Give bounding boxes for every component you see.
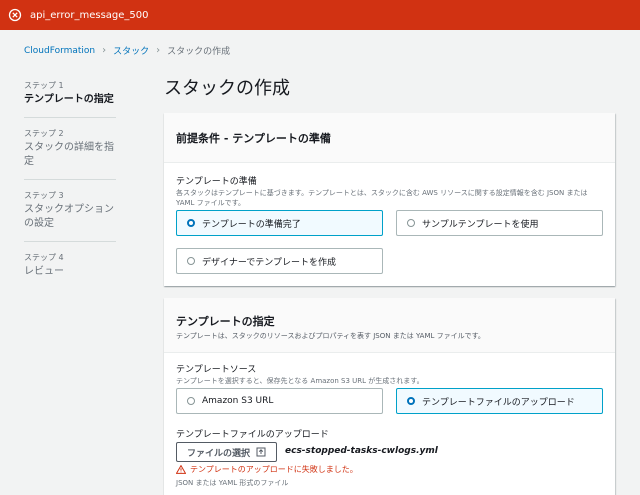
specify-template-panel: テンプレートの指定 テンプレートは、スタックのリソースおよびプロパティを表す J…	[164, 298, 615, 495]
step-2: ステップ 2 スタックの詳細を指定	[24, 128, 116, 180]
option-label: デザイナーでテンプレートを作成	[202, 257, 337, 268]
option-label: サンプルテンプレートを使用	[422, 219, 539, 230]
error-message: api_error_message_500	[30, 9, 149, 21]
error-icon	[8, 8, 22, 22]
option-upload-file[interactable]: テンプレートファイルのアップロード	[396, 388, 603, 414]
step-title: スタックの詳細を指定	[24, 142, 114, 167]
option-s3-url[interactable]: Amazon S3 URL	[176, 388, 383, 414]
radio-icon	[187, 397, 195, 405]
step-4: ステップ 4 レビュー	[24, 252, 116, 289]
page-title: スタックの作成	[164, 78, 290, 99]
field-label: テンプレートの準備	[176, 177, 257, 187]
radio-icon	[407, 219, 415, 227]
panel-header: テンプレートの指定 テンプレートは、スタックのリソースおよびプロパティを表す J…	[164, 298, 615, 353]
panel-body: テンプレートソース テンプレートを選択すると、保存先となる Amazon S3 …	[164, 353, 615, 386]
step-1: ステップ 1 テンプレートの指定	[24, 80, 116, 118]
option-label: テンプレートファイルのアップロード	[422, 397, 575, 408]
panel-description: テンプレートは、スタックのリソースおよびプロパティを表す JSON または YA…	[176, 332, 485, 340]
step-title: スタックオプションの設定	[24, 204, 114, 229]
prereq-panel: 前提条件 - テンプレートの準備 テンプレートの準備 各スタックはテンプレートに…	[164, 113, 615, 286]
option-label: テンプレートの準備完了	[202, 219, 301, 230]
option-sample-template[interactable]: サンプルテンプレートを使用	[396, 210, 603, 236]
breadcrumb-current: スタックの作成	[167, 47, 231, 57]
step-3: ステップ 3 スタックオプションの設定	[24, 190, 116, 242]
error-text: テンプレートのアップロードに失敗しました。	[190, 465, 358, 474]
choose-file-button[interactable]: ファイルの選択	[176, 442, 278, 462]
radio-selected-icon	[407, 397, 415, 405]
breadcrumb: CloudFormation › スタック › スタックの作成	[24, 44, 230, 57]
wizard-steps: ステップ 1 テンプレートの指定 ステップ 2 スタックの詳細を指定 ステップ …	[24, 80, 116, 299]
chevron-right-icon: ›	[102, 45, 107, 56]
field-description: 各スタックはテンプレートに基づきます。テンプレートとは、スタックに含む AWS …	[176, 189, 588, 207]
button-label: ファイルの選択	[187, 448, 251, 459]
option-label: Amazon S3 URL	[202, 396, 274, 406]
radio-icon	[187, 257, 195, 265]
option-designer[interactable]: デザイナーでテンプレートを作成	[176, 248, 383, 274]
step-number: ステップ 2	[24, 129, 64, 138]
warning-icon	[176, 465, 186, 474]
error-flashbar: api_error_message_500	[0, 0, 640, 30]
step-number: ステップ 3	[24, 191, 64, 200]
panel-header: 前提条件 - テンプレートの準備	[164, 113, 615, 163]
format-hint: JSON または YAML 形式のファイル	[176, 479, 289, 487]
panel-title: 前提条件 - テンプレートの準備	[176, 132, 331, 145]
panel-title: テンプレートの指定	[176, 315, 275, 328]
breadcrumb-cloudformation[interactable]: CloudFormation	[24, 46, 95, 56]
option-template-ready[interactable]: テンプレートの準備完了	[176, 210, 383, 236]
step-title: テンプレートの指定	[24, 94, 114, 105]
field-description: テンプレートを選択すると、保存先となる Amazon S3 URL が生成されま…	[176, 377, 424, 385]
field-label: テンプレートソース	[176, 365, 257, 375]
radio-selected-icon	[187, 219, 195, 227]
panel-body: テンプレートの準備 各スタックはテンプレートに基づきます。テンプレートとは、スタ…	[164, 163, 615, 208]
step-number: ステップ 1	[24, 81, 64, 90]
breadcrumb-stacks[interactable]: スタック	[113, 44, 149, 57]
chevron-right-icon: ›	[156, 45, 161, 56]
upload-icon	[256, 447, 266, 457]
upload-error: テンプレートのアップロードに失敗しました。	[176, 464, 358, 475]
step-title: レビュー	[24, 266, 64, 277]
upload-label: テンプレートファイルのアップロード	[176, 430, 329, 440]
step-number: ステップ 4	[24, 253, 64, 262]
selected-file-name: ecs-stopped-tasks-cwlogs.yml	[285, 446, 438, 456]
